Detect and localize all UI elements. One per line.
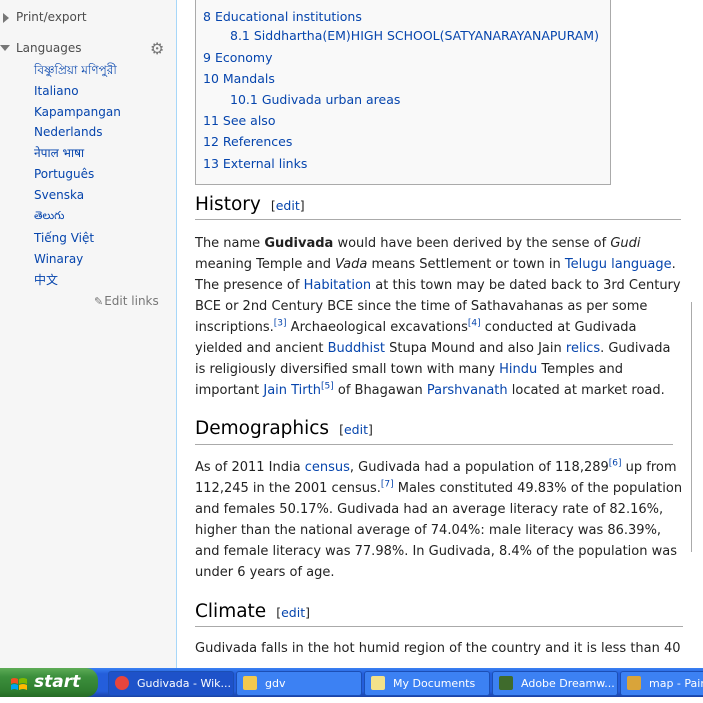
toc-text: Gudivada urban areas	[261, 92, 401, 107]
toc-number: 8	[203, 9, 211, 24]
citation-link[interactable]: [7]	[381, 480, 394, 490]
toc-item[interactable]: 10 Mandals	[203, 71, 275, 86]
languages-label: Languages	[16, 41, 82, 55]
collapse-arrow-icon	[0, 45, 10, 51]
print-export-label: Print/export	[16, 10, 87, 24]
start-button[interactable]: start	[0, 668, 98, 697]
divider	[195, 444, 673, 445]
windows-taskbar: start Gudivada - Wik... gdv My Documents…	[0, 668, 703, 697]
language-link[interactable]: Italiano	[34, 81, 121, 102]
toc-item[interactable]: 9 Economy	[203, 50, 273, 65]
toc-text: Educational institutions	[214, 9, 362, 24]
toc-number: 10	[203, 71, 219, 86]
paint-icon	[627, 676, 641, 690]
taskbar-button-label: map - Paint	[649, 677, 703, 690]
edit-link[interactable]: edit	[344, 422, 368, 437]
section-heading-history: History [edit]	[195, 194, 305, 215]
census-link[interactable]: census	[305, 460, 350, 475]
buddhist-link[interactable]: Buddhist	[328, 341, 385, 356]
toc-item[interactable]: 13 External links	[203, 156, 307, 171]
sidebar: Print/export Languages ⚙ বিষ্ণুপ্রিয়া ম…	[0, 0, 177, 668]
citation-link[interactable]: [3]	[274, 319, 287, 329]
toc-number: 8.1	[230, 28, 250, 43]
toc-number: 9	[203, 50, 211, 65]
infobox-edge	[691, 302, 703, 552]
toc-item[interactable]: 8.1 Siddhartha(EM)HIGH SCHOOL(SATYANARAY…	[230, 28, 599, 43]
language-link[interactable]: Nederlands	[34, 122, 121, 143]
section-heading-climate: Climate [edit]	[195, 601, 310, 622]
jain-tirth-link[interactable]: Jain Tirth	[263, 383, 321, 398]
taskbar-button[interactable]: Gudivada - Wik...	[108, 671, 234, 696]
relics-link[interactable]: relics	[566, 341, 600, 356]
taskbar-button[interactable]: Adobe Dreamw...	[492, 671, 618, 696]
telugu-language-link[interactable]: Telugu language	[565, 257, 672, 272]
edit-link[interactable]: edit	[281, 605, 305, 620]
toc-text: Siddhartha(EM)HIGH SCHOOL(SATYANARAYANAP…	[253, 28, 599, 43]
habitation-link[interactable]: Habitation	[304, 278, 372, 293]
edit-links-button[interactable]: ✎Edit links	[94, 294, 159, 308]
dreamweaver-icon	[499, 676, 513, 690]
folder-icon	[243, 676, 257, 690]
toc-number: 13	[203, 156, 219, 171]
languages-toggle[interactable]: Languages	[0, 41, 82, 55]
print-export-toggle[interactable]: Print/export	[3, 10, 87, 24]
taskbar-button[interactable]: map - Paint	[620, 671, 703, 696]
citation-link[interactable]: [6]	[609, 459, 622, 469]
toc-item[interactable]: 10.1 Gudivada urban areas	[230, 92, 400, 107]
section-heading-demographics: Demographics [edit]	[195, 418, 373, 439]
edit-links-label: Edit links	[104, 294, 159, 308]
language-link[interactable]: Kapampangan	[34, 102, 121, 123]
language-link[interactable]: తెలుగు	[34, 206, 121, 227]
documents-icon	[371, 676, 385, 690]
history-paragraph: The name Gudivada would have been derive…	[195, 236, 681, 398]
language-link[interactable]: Tiếng Việt	[34, 228, 121, 249]
language-link[interactable]: Português	[34, 164, 121, 185]
toc-number: 11	[203, 113, 219, 128]
taskbar-button-label: My Documents	[393, 677, 476, 690]
toc-number: 10.1	[230, 92, 258, 107]
gear-icon[interactable]: ⚙	[150, 41, 166, 57]
taskbar-button-label: Gudivada - Wik...	[137, 677, 232, 690]
toc-text: References	[222, 134, 293, 149]
taskbar-button-label: Adobe Dreamw...	[521, 677, 615, 690]
expand-arrow-icon	[3, 13, 9, 23]
table-of-contents: 8 Educational institutions 8.1 Siddharth…	[195, 0, 611, 185]
language-link[interactable]: नेपाल भाषा	[34, 143, 121, 164]
toc-text: Economy	[214, 50, 273, 65]
start-label: start	[34, 672, 81, 692]
citation-link[interactable]: [4]	[468, 319, 481, 329]
pencil-icon: ✎	[94, 295, 104, 308]
edit-link[interactable]: edit	[276, 198, 300, 213]
language-list: বিষ্ণুপ্রিয়া মণিপুরী Italiano Kapampang…	[34, 60, 121, 291]
toc-text: Mandals	[222, 71, 275, 86]
taskbar-button-label: gdv	[265, 677, 286, 690]
taskbar-button[interactable]: gdv	[236, 671, 362, 696]
language-link[interactable]: বিষ্ণুপ্রিয়া মণিপুরী	[34, 60, 121, 81]
language-link[interactable]: 中文	[34, 270, 121, 291]
parshvanath-link[interactable]: Parshvanath	[427, 383, 508, 398]
language-link[interactable]: Winaray	[34, 249, 121, 270]
toc-item[interactable]: 12 References	[203, 134, 292, 149]
windows-logo-icon	[10, 674, 28, 690]
toc-item[interactable]: 11 See also	[203, 113, 275, 128]
section-title: History	[195, 194, 261, 215]
demographics-paragraph: As of 2011 India census, Gudivada had a …	[195, 458, 683, 580]
toc-number: 12	[203, 134, 219, 149]
toc-text: External links	[222, 156, 308, 171]
climate-paragraph: Gudivada falls in the hot humid region o…	[195, 641, 681, 656]
divider	[195, 219, 681, 220]
toc-text: See also	[222, 113, 276, 128]
hindu-link[interactable]: Hindu	[499, 362, 537, 377]
toc-item[interactable]: 8 Educational institutions	[203, 9, 362, 24]
section-title: Demographics	[195, 418, 330, 439]
chrome-icon	[115, 676, 129, 690]
divider	[195, 626, 683, 627]
taskbar-button[interactable]: My Documents	[364, 671, 490, 696]
language-link[interactable]: Svenska	[34, 185, 121, 206]
section-title: Climate	[195, 601, 267, 622]
citation-link[interactable]: [5]	[321, 382, 334, 392]
